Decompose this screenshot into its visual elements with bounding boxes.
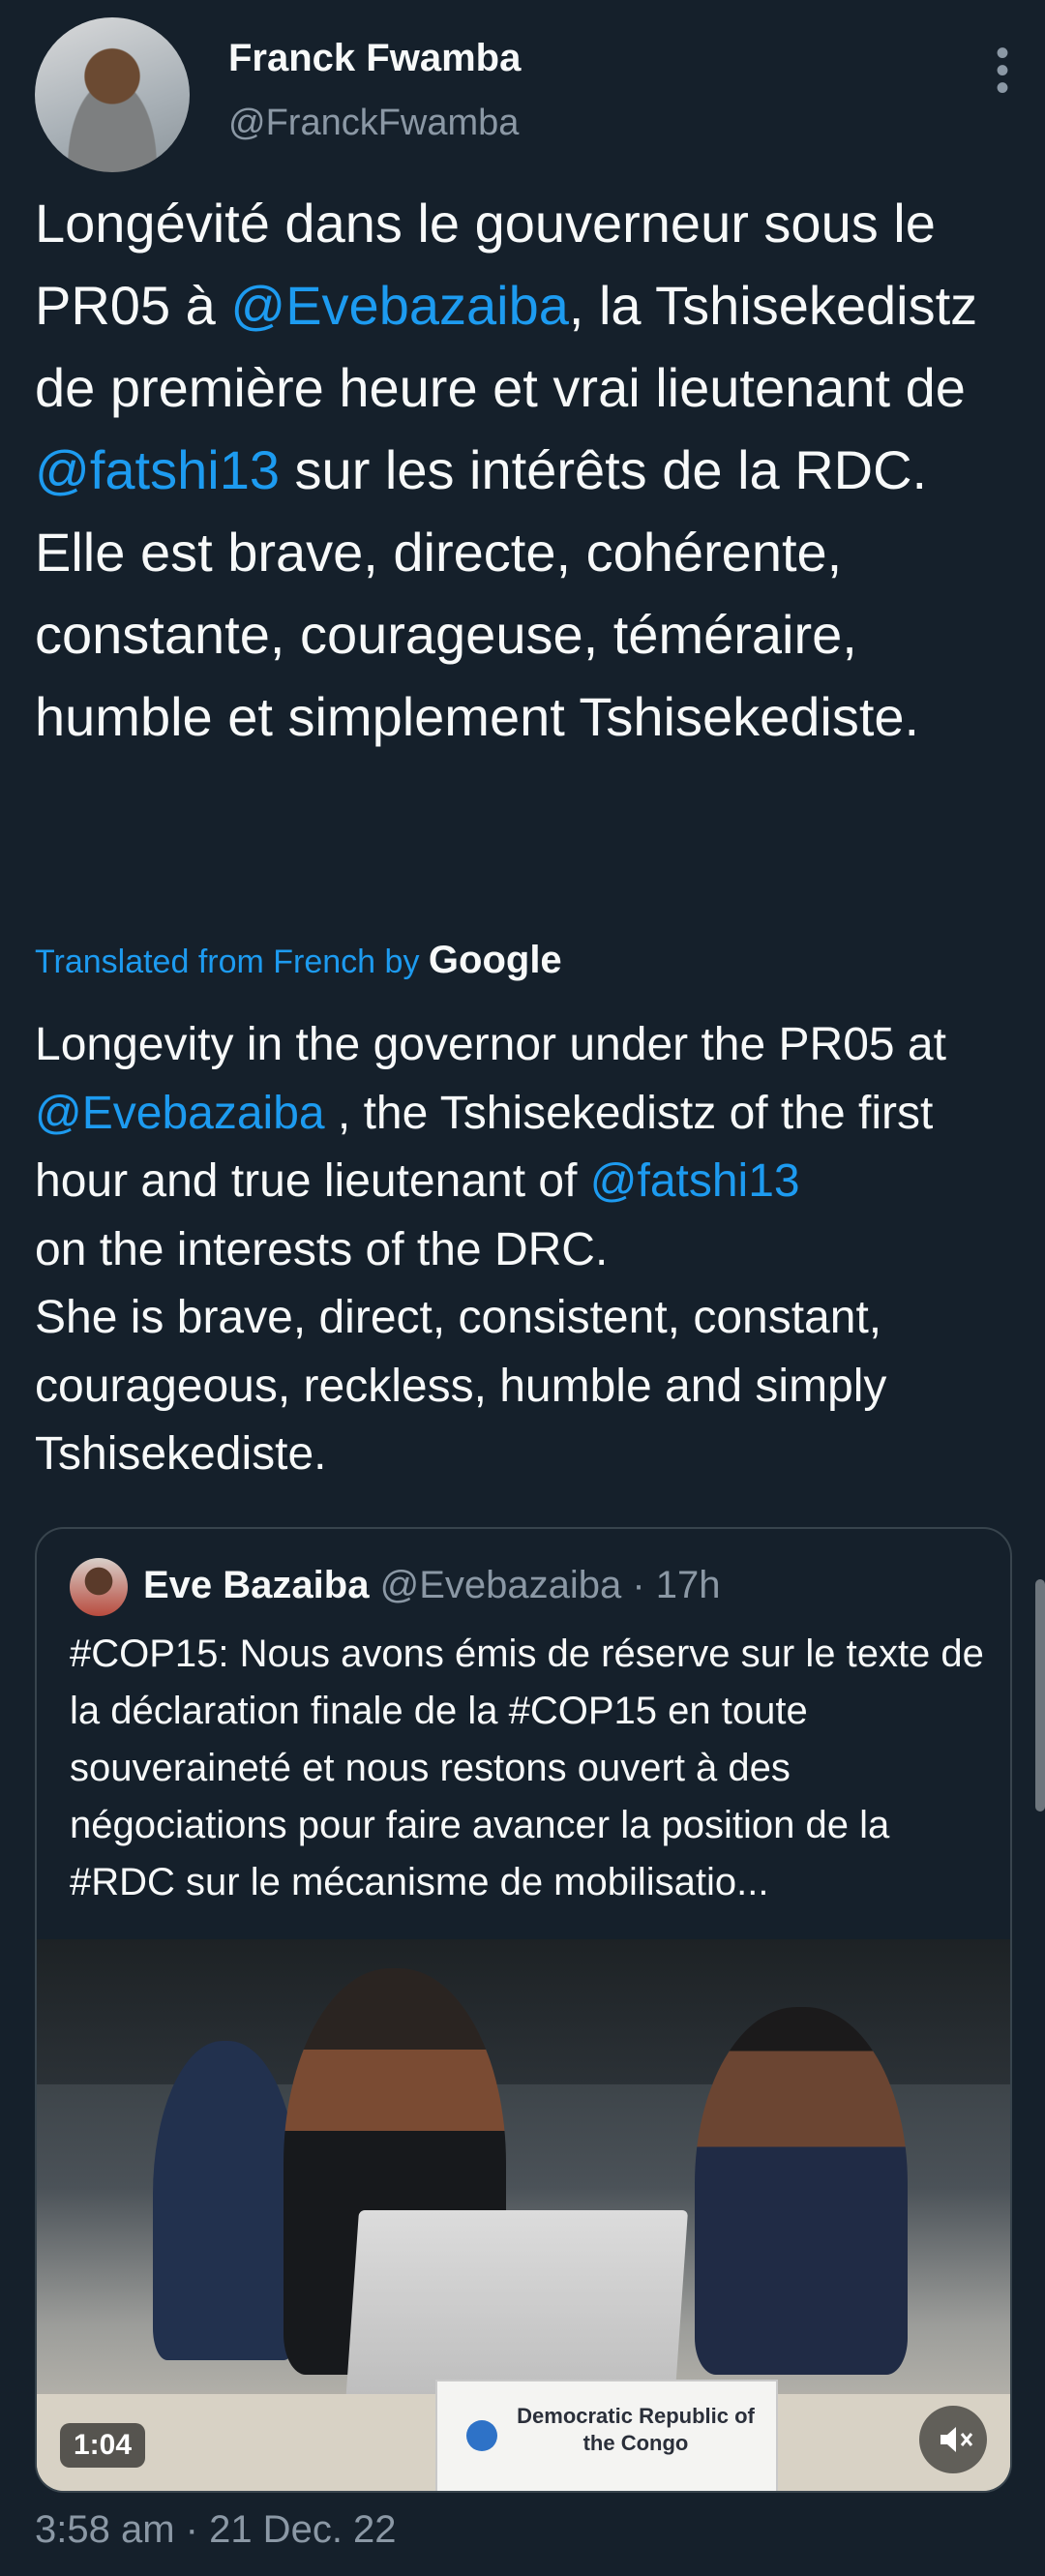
un-emblem-icon	[466, 2420, 497, 2451]
quote-time: · 17h	[632, 1564, 721, 1606]
translation-text: Longevity in the governor under the PR05…	[35, 1011, 1012, 1489]
translation-attribution[interactable]: Translated from French by Google	[35, 939, 562, 982]
mention-link[interactable]: @fatshi13	[35, 439, 280, 500]
google-logo: Google	[428, 939, 562, 981]
author-name[interactable]: Franck Fwamba	[228, 37, 521, 80]
tweet-author: Franck Fwamba @FranckFwamba • • •	[35, 17, 1012, 172]
video-person-left	[153, 2041, 298, 2360]
author-handle[interactable]: @FranckFwamba	[228, 103, 519, 144]
quote-author-handle: @Evebazaiba	[379, 1564, 622, 1606]
quote-header: Eve Bazaiba @Evebazaiba · 17h	[143, 1564, 721, 1607]
mention-link[interactable]: @fatshi13	[590, 1155, 800, 1207]
mute-glyph	[940, 2427, 973, 2452]
quoted-tweet[interactable]: Eve Bazaiba @Evebazaiba · 17h #COP15: No…	[35, 1527, 1012, 2493]
scrollbar[interactable]	[1035, 1579, 1045, 1812]
tweet-text: Longévité dans le gouverneur sous le PR0…	[35, 182, 1012, 758]
placard-text: Democratic Republic of the Congo	[517, 2404, 755, 2455]
quote-text: #COP15: Nous avons émis de réserve sur l…	[70, 1632, 996, 1903]
quote-video[interactable]: Democratic Republic of the Congo 1:04	[37, 1939, 1010, 2491]
text-segment: Longevity in the governor under the PR05…	[35, 1019, 960, 1070]
mention-link[interactable]: @Evebazaiba	[35, 1088, 325, 1139]
mention-link[interactable]: @Evebazaiba	[230, 275, 569, 336]
quote-author-avatar	[70, 1558, 128, 1616]
translated-label: Translated from French by	[35, 944, 420, 980]
country-placard: Democratic Republic of the Congo	[435, 2380, 778, 2491]
text-segment: on the interests of the DRC. She is brav…	[35, 1223, 887, 1481]
video-duration: 1:04	[60, 2423, 146, 2468]
author-avatar[interactable]	[35, 17, 190, 172]
more-icon[interactable]: • • •	[993, 34, 1012, 107]
quote-author-name: Eve Bazaiba	[143, 1564, 370, 1606]
tweet-timestamp[interactable]: 3:58 am · 21 Dec. 22	[35, 2508, 397, 2552]
video-person-right	[695, 2007, 908, 2375]
volume-mute-icon[interactable]	[919, 2406, 987, 2473]
